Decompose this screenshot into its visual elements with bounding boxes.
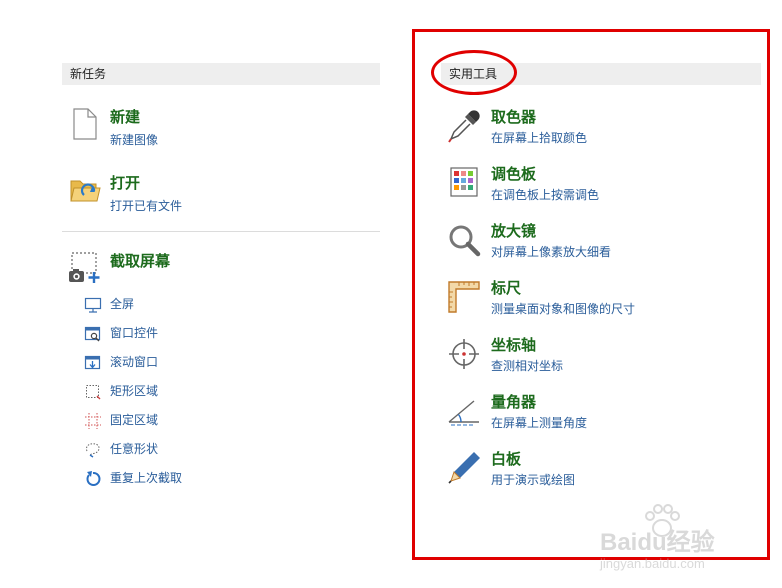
window-control-icon	[84, 326, 101, 342]
repeat-last-capture-label: 重复上次截取	[110, 471, 183, 485]
capture-screen-button[interactable]: 截取屏幕	[68, 248, 368, 284]
repeat-capture-icon	[86, 471, 101, 486]
blank-document-icon	[73, 108, 97, 140]
screen-capture-icon	[69, 252, 100, 283]
capture-fullscreen-label: 全屏	[110, 297, 135, 311]
scroll-window-icon	[84, 355, 101, 370]
capture-fixed-region[interactable]: 固定区域	[84, 412, 284, 430]
capture-title: 截取屏幕	[110, 253, 171, 270]
open-subtitle: 打开已有文件	[110, 199, 183, 213]
panel-divider	[62, 231, 380, 232]
capture-rectangle-region[interactable]: 矩形区域	[84, 383, 284, 401]
capture-freeform-shape-label: 任意形状	[110, 442, 159, 456]
capture-fullscreen[interactable]: 全屏	[84, 296, 284, 314]
capture-freeform-shape[interactable]: 任意形状	[84, 441, 284, 459]
open-title: 打开	[110, 175, 141, 192]
capture-window-control[interactable]: 窗口控件	[84, 325, 284, 343]
new-task-header: 新任务	[62, 63, 380, 85]
open-folder-icon	[70, 180, 101, 202]
capture-rectangle-region-label: 矩形区域	[110, 384, 159, 398]
freeform-shape-icon	[86, 443, 100, 458]
highlight-box	[412, 29, 770, 560]
capture-fixed-region-label: 固定区域	[110, 413, 159, 427]
monitor-icon	[84, 297, 102, 313]
baidu-watermark: Baidu经验 jingyan.baidu.com	[598, 500, 748, 580]
watermark-subtext: jingyan.baidu.com	[600, 556, 705, 571]
open-file-button[interactable]: 打开 打开已有文件	[70, 170, 370, 216]
capture-scroll-window-label: 滚动窗口	[110, 355, 159, 369]
repeat-last-capture[interactable]: 重复上次截取	[84, 470, 284, 488]
rectangle-region-icon	[86, 385, 101, 400]
capture-window-control-label: 窗口控件	[110, 326, 159, 340]
highlight-oval	[431, 50, 517, 95]
new-image-button[interactable]: 新建 新建图像	[70, 104, 370, 150]
capture-scroll-window[interactable]: 滚动窗口	[84, 354, 284, 372]
new-subtitle: 新建图像	[110, 133, 159, 147]
watermark-text: Baidu经验	[600, 529, 715, 556]
new-title: 新建	[110, 109, 141, 126]
fixed-region-icon	[85, 413, 101, 429]
